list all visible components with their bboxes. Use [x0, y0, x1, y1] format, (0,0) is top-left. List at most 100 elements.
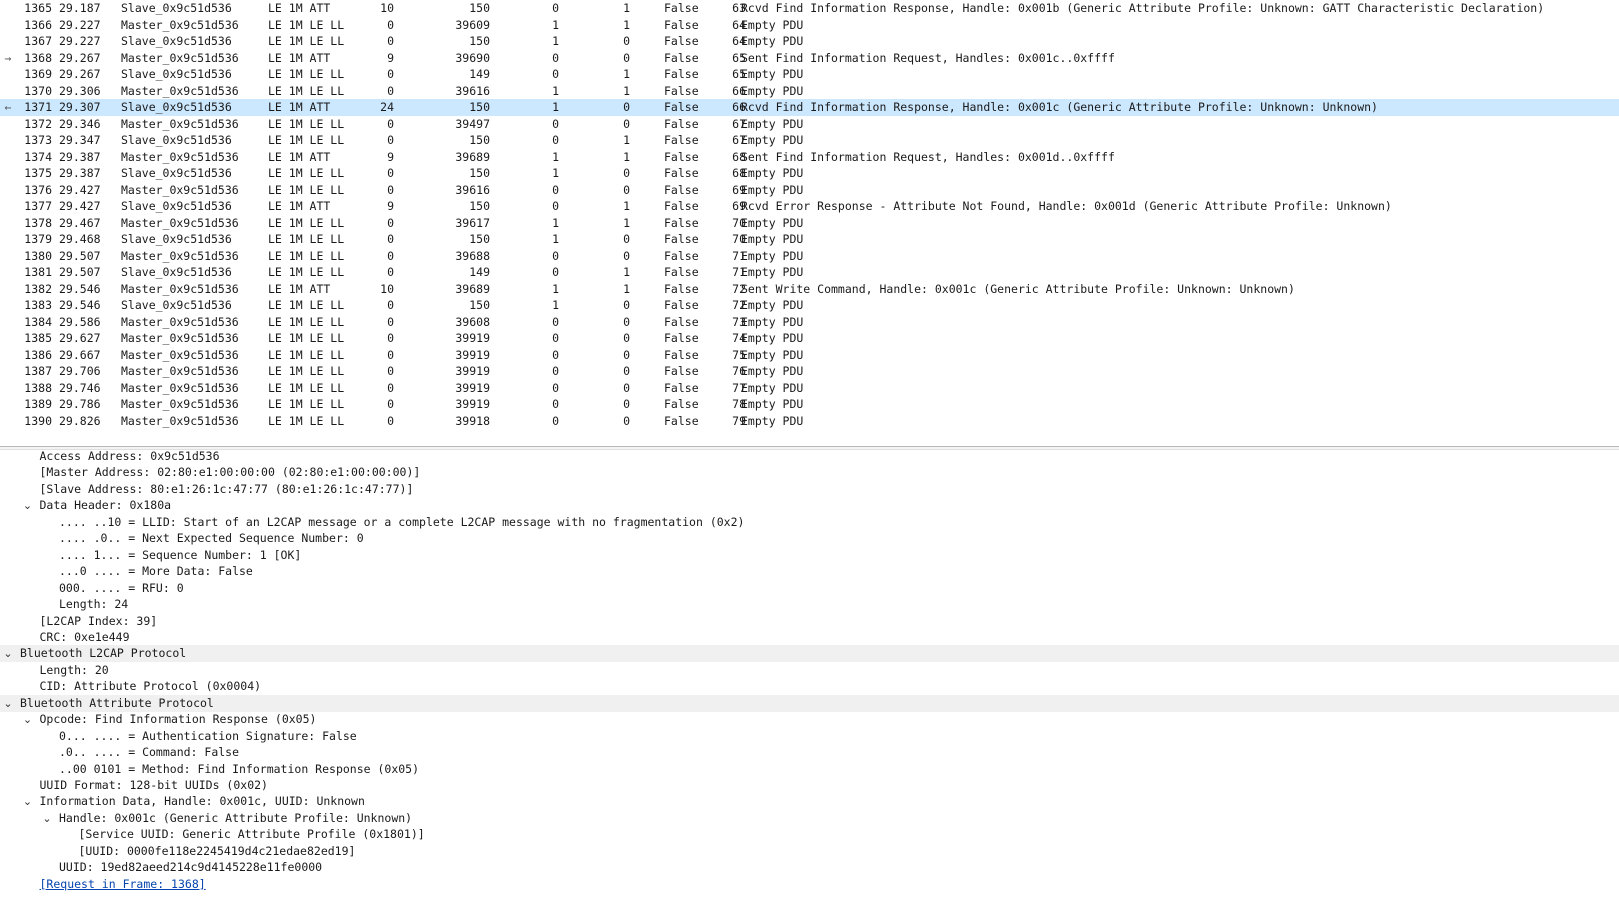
packet-channel: 39919 — [455, 397, 490, 411]
packet-source: Slave_0x9c51d536 — [121, 265, 232, 279]
packet-more-data: False — [664, 133, 699, 147]
packet-row[interactable]: 1389 29.786 Master_0x9c51d536 LE 1M LE LL 0 3… — [0, 396, 1619, 413]
packet-length: 0 — [387, 182, 394, 197]
packet-time: 29.227 — [59, 34, 101, 48]
tree-item[interactable]: UUID Format: 128-bit UUIDs (0x02) — [0, 777, 1619, 794]
packet-row[interactable]: 1383 29.546 Slave_0x9c51d536 LE 1M LE LL 0 15… — [0, 297, 1619, 314]
packet-row[interactable]: 1367 29.227 Slave_0x9c51d536 LE 1M LE LL 0 15… — [0, 33, 1619, 50]
chevron-down-icon[interactable]: ⌄ — [41, 810, 53, 827]
packet-source: Master_0x9c51d536 — [121, 17, 239, 32]
packet-row[interactable]: 1379 29.468 Slave_0x9c51d536 LE 1M LE LL 0 15… — [0, 231, 1619, 248]
packet-row[interactable]: → 1368 29.267 Master_0x9c51d536 LE 1M ATT 9 39… — [0, 50, 1619, 67]
packet-list[interactable]: 1365 29.187 Slave_0x9c51d536 LE 1M ATT 10 150… — [0, 0, 1619, 446]
packet-info: Empty PDU — [741, 331, 804, 345]
packet-source: Master_0x9c51d536 — [121, 364, 239, 378]
tree-item[interactable]: ...0 .... = More Data: False — [0, 563, 1619, 580]
tree-item[interactable]: ⌄ Data Header: 0x180a — [0, 497, 1619, 514]
packet-nesn: 1 — [623, 281, 630, 296]
packet-protocol: LE 1M LE LL — [268, 397, 345, 411]
packet-row[interactable]: 1365 29.187 Slave_0x9c51d536 LE 1M ATT 10 150… — [0, 0, 1619, 17]
packet-row[interactable]: 1373 29.347 Slave_0x9c51d536 LE 1M LE LL 0 15… — [0, 132, 1619, 149]
packet-channel: 39689 — [455, 149, 490, 164]
packet-time: 29.307 — [59, 100, 101, 114]
packet-source: Master_0x9c51d536 — [121, 413, 239, 428]
tree-item[interactable]: 0... .... = Authentication Signature: Fa… — [0, 728, 1619, 745]
packet-protocol: LE 1M LE LL — [268, 182, 345, 197]
packet-row[interactable]: 1377 29.427 Slave_0x9c51d536 LE 1M ATT 9 150 0… — [0, 198, 1619, 215]
packet-row[interactable]: 1390 29.826 Master_0x9c51d536 LE 1M LE LL 0 3… — [0, 413, 1619, 430]
tree-item[interactable]: [Request in Frame: 1368] — [0, 876, 1619, 893]
packet-row[interactable]: 1387 29.706 Master_0x9c51d536 LE 1M LE LL 0 3… — [0, 363, 1619, 380]
tree-item[interactable]: [Slave Address: 80:e1:26:1c:47:77 (80:e1… — [0, 481, 1619, 498]
packet-length: 0 — [387, 364, 394, 378]
chevron-down-icon[interactable]: ⌄ — [2, 695, 14, 712]
tree-item[interactable]: ⌄ Opcode: Find Information Response (0x05… — [0, 711, 1619, 728]
tree-section-header[interactable]: ⌄ Bluetooth Attribute Protocol — [0, 694, 1619, 712]
chevron-down-icon[interactable]: ⌄ — [22, 793, 34, 810]
packet-info: Rcvd Find Information Response, Handle: … — [741, 100, 1378, 114]
packet-more-data: False — [664, 83, 699, 98]
packet-channel: 39919 — [455, 364, 490, 378]
tree-item[interactable]: Length: 20 — [0, 662, 1619, 679]
packet-more-data: False — [664, 1, 699, 15]
chevron-down-icon[interactable]: ⌄ — [22, 711, 34, 728]
packet-row[interactable]: 1372 29.346 Master_0x9c51d536 LE 1M LE LL 0 3… — [0, 116, 1619, 133]
tree-item-label: ...0 .... = More Data: False — [59, 564, 253, 579]
packet-row[interactable]: 1375 29.387 Slave_0x9c51d536 LE 1M LE LL 0 15… — [0, 165, 1619, 182]
packet-row[interactable]: 1386 29.667 Master_0x9c51d536 LE 1M LE LL 0 3… — [0, 347, 1619, 364]
packet-more-data: False — [664, 281, 699, 296]
packet-source: Master_0x9c51d536 — [121, 215, 239, 230]
tree-item[interactable]: ⌄ Handle: 0x001c (Generic Attribute Profi… — [0, 810, 1619, 827]
tree-item[interactable]: .... 1... = Sequence Number: 1 [OK] — [0, 547, 1619, 564]
packet-row[interactable]: 1380 29.507 Master_0x9c51d536 LE 1M LE LL 0 3… — [0, 248, 1619, 265]
packet-nesn: 0 — [623, 331, 630, 345]
packet-row[interactable]: 1388 29.746 Master_0x9c51d536 LE 1M LE LL 0 3… — [0, 380, 1619, 397]
tree-item[interactable]: Length: 24 — [0, 596, 1619, 613]
packet-row[interactable]: 1366 29.227 Master_0x9c51d536 LE 1M LE LL 0 3… — [0, 17, 1619, 34]
tree-item[interactable]: UUID: 19ed82aeed214c9d4145228e11fe0000 — [0, 859, 1619, 876]
tree-item[interactable]: CID: Attribute Protocol (0x0004) — [0, 678, 1619, 695]
packet-row[interactable]: 1376 29.427 Master_0x9c51d536 LE 1M LE LL 0 3… — [0, 182, 1619, 199]
tree-item-label: Access Address: 0x9c51d536 — [39, 451, 220, 463]
packet-row[interactable]: 1382 29.546 Master_0x9c51d536 LE 1M ATT 10 39… — [0, 281, 1619, 298]
packet-channel: 39616 — [455, 83, 490, 98]
packet-row-selected[interactable]: ← 1371 29.307 Slave_0x9c51d536 LE 1M ATT 24 15… — [0, 99, 1619, 116]
packet-details-tree[interactable]: Access Address: 0x9c51d536 [Master Addres… — [0, 451, 1619, 917]
tree-item[interactable]: ⌄ Information Data, Handle: 0x001c, UUID:… — [0, 793, 1619, 810]
tree-item[interactable]: .... ..10 = LLID: Start of an L2CAP mess… — [0, 514, 1619, 531]
packet-info: Empty PDU — [741, 347, 804, 362]
tree-item[interactable]: Access Address: 0x9c51d536 — [0, 451, 1619, 465]
tree-item[interactable]: [L2CAP Index: 39] — [0, 613, 1619, 630]
chevron-down-icon[interactable]: ⌄ — [22, 497, 34, 514]
packet-more-data: False — [664, 232, 699, 246]
tree-item[interactable]: 000. .... = RFU: 0 — [0, 580, 1619, 597]
chevron-down-icon[interactable]: ⌄ — [2, 645, 14, 662]
tree-section-header[interactable]: ⌄ Bluetooth L2CAP Protocol — [0, 645, 1619, 663]
packet-row[interactable]: 1385 29.627 Master_0x9c51d536 LE 1M LE LL 0 3… — [0, 330, 1619, 347]
tree-item[interactable]: [UUID: 0000fe118e2245419d4c21edae82ed19] — [0, 843, 1619, 860]
packet-row[interactable]: 1384 29.586 Master_0x9c51d536 LE 1M LE LL 0 3… — [0, 314, 1619, 331]
packet-source: Slave_0x9c51d536 — [121, 133, 232, 147]
packet-row[interactable]: 1378 29.467 Master_0x9c51d536 LE 1M LE LL 0 3… — [0, 215, 1619, 232]
packet-source: Master_0x9c51d536 — [121, 149, 239, 164]
tree-item[interactable]: ..00 0101 = Method: Find Information Res… — [0, 761, 1619, 778]
packet-number: 1370 — [24, 83, 52, 98]
packet-protocol: LE 1M ATT — [268, 50, 331, 65]
packet-source: Master_0x9c51d536 — [121, 50, 239, 65]
packet-row[interactable]: 1370 29.306 Master_0x9c51d536 LE 1M LE LL 0 3… — [0, 83, 1619, 100]
tree-item[interactable]: .0.. .... = Command: False — [0, 744, 1619, 761]
tree-item[interactable]: .... .0.. = Next Expected Sequence Numbe… — [0, 530, 1619, 547]
packet-row[interactable]: 1381 29.507 Slave_0x9c51d536 LE 1M LE LL 0 14… — [0, 264, 1619, 281]
packet-source: Master_0x9c51d536 — [121, 397, 239, 411]
packet-nesn: 1 — [623, 67, 630, 81]
packet-channel: 150 — [469, 166, 490, 180]
packet-row[interactable]: 1374 29.387 Master_0x9c51d536 LE 1M ATT 9 396… — [0, 149, 1619, 166]
tree-item[interactable]: [Service UUID: Generic Attribute Profile… — [0, 826, 1619, 843]
tree-item[interactable]: CRC: 0xe1e449 — [0, 629, 1619, 646]
packet-row[interactable]: 1369 29.267 Slave_0x9c51d536 LE 1M LE LL 0 14… — [0, 66, 1619, 83]
packet-sn: 0 — [552, 67, 559, 81]
packet-sn: 0 — [552, 413, 559, 428]
pane-divider[interactable] — [0, 446, 1619, 450]
tree-item[interactable]: [Master Address: 02:80:e1:00:00:00 (02:8… — [0, 464, 1619, 481]
request-frame-link[interactable]: [Request in Frame: 1368] — [40, 876, 206, 893]
